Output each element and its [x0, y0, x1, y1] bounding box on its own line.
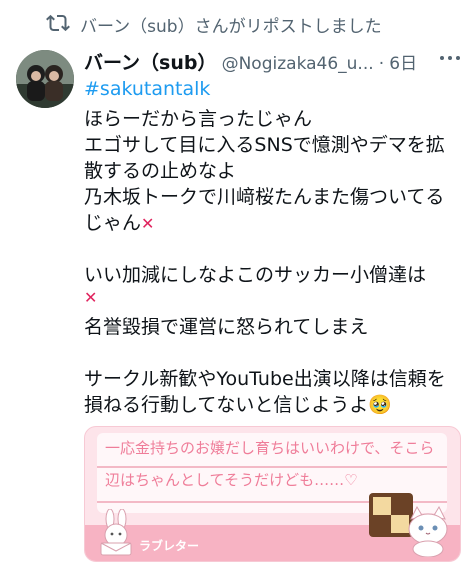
avatar-image — [16, 50, 74, 108]
repost-text: バーン（sub）さんがリポストしました — [80, 17, 382, 37]
tweet-text-line-with-cross: じゃん✕ — [84, 208, 154, 235]
card-text-line: 辺はちゃんとしてそうだけども……♡ — [105, 471, 358, 489]
tweet-text: じゃん — [84, 212, 142, 234]
tweet-text-line: ほらーだから言ったじゃん — [84, 108, 313, 130]
cross-mark-line: ✕ — [84, 286, 97, 308]
repost-indicator[interactable]: バーン（sub）さんがリポストしました — [0, 8, 474, 38]
cat-icon — [408, 505, 448, 557]
cross-mark-emoji: ✕ — [84, 288, 98, 307]
tweet-text-line: 乃木坂トークで川﨑桜たんまた傷ついてる — [84, 186, 445, 208]
display-name[interactable]: バーン（sub） — [84, 52, 217, 74]
user-handle[interactable]: @Nogizaka46_u... — [222, 54, 374, 74]
attached-image-card[interactable]: 一応金持ちのお嬢だし育ちはいいわけで、そこら 辺はちゃんとしてそうだけども……♡… — [84, 426, 461, 562]
tweet-time[interactable]: 6日 — [389, 54, 417, 74]
repost-icon — [46, 14, 70, 32]
card-text-line: 一応金持ちのお嬢だし育ちはいいわけで、そこら — [105, 439, 435, 457]
hashtag-link[interactable]: #sakutantalk — [84, 78, 210, 100]
tweet-text-line: 散するの止めなよ — [84, 160, 237, 182]
card-footer-label: ラブレター — [139, 539, 200, 553]
rabbit-icon — [100, 509, 132, 556]
tweet-text-line: 名誉毀損で運営に怒られてしまえ — [84, 316, 369, 338]
separator-dot: · — [378, 54, 385, 74]
tweet-text-line: エゴサして目に入るSNSで憶測やデマを拡 — [84, 134, 445, 156]
tweet-header: バーン（sub） @Nogizaka46_u... · 6日 — [84, 48, 464, 78]
tweet-text-line: サークル新歓やYouTube出演以降は信頼を — [84, 368, 446, 390]
avatar[interactable] — [16, 50, 74, 108]
tweet-text-line: いい加減にしなよこのサッカー小僧達は — [84, 264, 427, 286]
cross-mark-emoji: ✕ — [141, 214, 155, 233]
tweet-text-line: 損ねる行動してないと信じようよ🥹 — [84, 394, 393, 416]
more-icon[interactable] — [438, 54, 462, 62]
